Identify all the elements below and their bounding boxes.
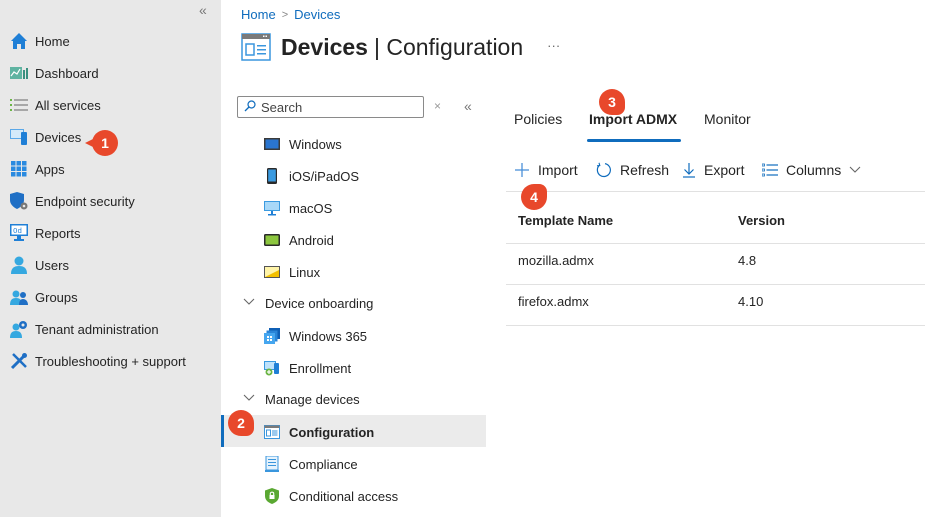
- search-input[interactable]: [261, 99, 411, 115]
- cell-template-name[interactable]: mozilla.admx: [518, 253, 594, 268]
- step-badge-3: 3: [599, 89, 625, 115]
- active-tab-indicator: [587, 139, 681, 142]
- breadcrumb-devices[interactable]: Devices: [294, 7, 340, 22]
- columns-list-icon: [762, 163, 778, 177]
- cell-version: 4.10: [738, 294, 764, 309]
- enrollment-icon: [264, 360, 280, 376]
- home-icon: [10, 32, 28, 50]
- nav-item-home[interactable]: Home: [10, 29, 70, 53]
- nav-item-reports[interactable]: 0d Reports: [10, 221, 81, 245]
- nav-item-endpoint-security[interactable]: Endpoint security: [10, 189, 135, 213]
- search-icon: [244, 99, 256, 115]
- android-device-icon: [264, 232, 280, 248]
- left-navigation: « Home Dashboard All services Devices Ap…: [0, 0, 221, 517]
- cell-version: 4.8: [738, 253, 757, 268]
- download-icon: [682, 162, 696, 178]
- conditional-access-icon: [264, 488, 280, 504]
- plus-icon: [514, 162, 530, 178]
- configuration-icon: [264, 424, 280, 440]
- compliance-icon: [264, 456, 280, 472]
- menu-item-macos[interactable]: macOS: [264, 196, 332, 220]
- nav-item-apps[interactable]: Apps: [10, 157, 65, 181]
- page-title: Devices | Configuration ···: [241, 33, 560, 61]
- column-header-template-name[interactable]: Template Name: [518, 213, 613, 228]
- cell-template-name[interactable]: firefox.admx: [518, 294, 589, 309]
- import-button[interactable]: Import: [514, 159, 578, 181]
- chevron-down-icon: [243, 394, 257, 405]
- breadcrumb-home[interactable]: Home: [241, 7, 276, 22]
- group-device-onboarding[interactable]: Device onboarding: [243, 291, 373, 315]
- menu-item-configuration[interactable]: Configuration: [264, 420, 374, 444]
- columns-button[interactable]: Columns: [762, 159, 861, 181]
- menu-item-ios[interactable]: iOS/iPadOS: [264, 164, 359, 188]
- menu-item-windows-365[interactable]: Windows 365: [264, 324, 367, 348]
- step-badge-2: 2: [228, 410, 254, 436]
- list-icon: [10, 96, 28, 114]
- reports-monitor-icon: 0d: [10, 224, 28, 242]
- ios-device-icon: [264, 168, 280, 184]
- configuration-icon: [241, 33, 271, 61]
- nav-item-devices[interactable]: Devices: [10, 125, 81, 149]
- svg-text:0d: 0d: [13, 227, 22, 235]
- tab-import-admx[interactable]: Import ADMX: [589, 111, 677, 127]
- chevron-down-icon: [849, 166, 861, 174]
- collapse-nav-icon[interactable]: «: [199, 2, 207, 18]
- groups-icon: [10, 288, 28, 306]
- step-badge-4: 4: [521, 184, 547, 210]
- windows-device-icon: [264, 136, 280, 152]
- nav-item-dashboard[interactable]: Dashboard: [10, 61, 99, 85]
- chevron-down-icon: [243, 298, 257, 309]
- linux-device-icon: [264, 264, 280, 280]
- search-box[interactable]: [237, 96, 424, 118]
- nav-item-tenant-administration[interactable]: Tenant administration: [10, 317, 159, 341]
- row-divider: [506, 325, 925, 326]
- nav-item-troubleshooting[interactable]: Troubleshooting + support: [10, 349, 186, 373]
- breadcrumb-separator: >: [281, 8, 289, 21]
- tenant-admin-icon: [10, 320, 28, 338]
- breadcrumb: Home > Devices: [241, 7, 340, 22]
- toolbar-divider: [506, 191, 925, 192]
- tab-policies[interactable]: Policies: [514, 111, 562, 127]
- active-item-indicator: [221, 415, 224, 447]
- clear-search-icon[interactable]: ×: [434, 99, 441, 113]
- step-badge-1: 1: [85, 130, 118, 156]
- macos-monitor-icon: [264, 200, 280, 216]
- apps-grid-icon: [10, 160, 28, 178]
- menu-item-compliance[interactable]: Compliance: [264, 452, 358, 476]
- menu-item-linux[interactable]: Linux: [264, 260, 320, 284]
- windows365-icon: [264, 328, 280, 344]
- tools-icon: [10, 352, 28, 370]
- collapse-menu-icon[interactable]: «: [464, 98, 472, 114]
- nav-item-all-services[interactable]: All services: [10, 93, 101, 117]
- menu-item-enrollment[interactable]: Enrollment: [264, 356, 351, 380]
- menu-item-conditional-access[interactable]: Conditional access: [264, 484, 398, 508]
- page-title-devices: Devices: [281, 33, 368, 60]
- refresh-button[interactable]: Refresh: [596, 159, 669, 181]
- user-icon: [10, 256, 28, 274]
- export-button[interactable]: Export: [682, 159, 744, 181]
- more-options-icon[interactable]: ···: [547, 38, 560, 53]
- devices-icon: [10, 128, 28, 146]
- row-divider: [506, 284, 925, 285]
- row-divider: [506, 243, 925, 244]
- dashboard-icon: [10, 64, 28, 82]
- shield-gear-icon: [10, 192, 28, 210]
- nav-item-users[interactable]: Users: [10, 253, 69, 277]
- column-header-version[interactable]: Version: [738, 213, 785, 228]
- tab-monitor[interactable]: Monitor: [704, 111, 751, 127]
- group-manage-devices[interactable]: Manage devices: [243, 387, 360, 411]
- nav-item-groups[interactable]: Groups: [10, 285, 78, 309]
- menu-item-android[interactable]: Android: [264, 228, 334, 252]
- menu-item-windows[interactable]: Windows: [264, 132, 342, 156]
- refresh-icon: [596, 162, 612, 178]
- page-title-configuration: | Configuration: [373, 33, 524, 60]
